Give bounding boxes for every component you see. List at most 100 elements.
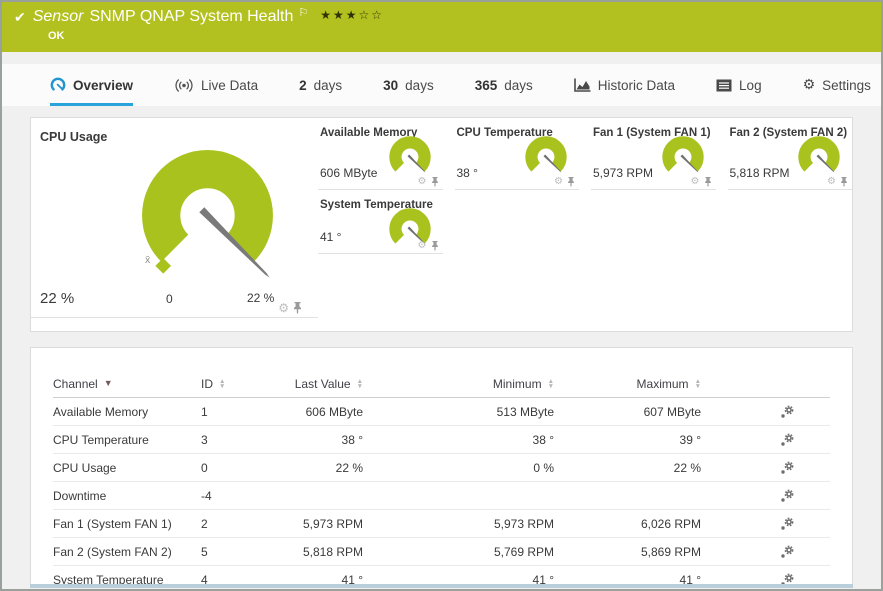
tab-overview[interactable]: Overview	[50, 64, 134, 106]
gauge-value: 22 %	[40, 290, 75, 307]
channel-name: Fan 2 (System FAN 2)	[53, 544, 172, 559]
gauge	[388, 136, 431, 173]
channel-last-value: 5,973 RPM	[302, 516, 363, 531]
tab-2-days[interactable]: 2 days	[299, 64, 342, 106]
table-body: Available Memory 1 606 MByte 513 MByte 6…	[53, 398, 830, 587]
mini-gauge-panel: System Temperature 41 ° ⚙	[318, 190, 443, 254]
sort-desc-icon: ▼	[103, 378, 113, 388]
horizontal-scrollbar[interactable]	[30, 584, 853, 588]
cpu-usage-gauge-panel: CPU Usage x̄ 22 % 0 22 % ⚙	[31, 118, 318, 318]
channel-id: 3	[201, 432, 208, 447]
table-row: CPU Temperature 3 38 ° 38 ° 39 °	[53, 426, 830, 454]
cpu-usage-gauge	[142, 150, 273, 278]
channel-settings-icon[interactable]	[780, 433, 794, 447]
log-icon	[716, 79, 732, 92]
channels-table-panel: Channel ▼ ID ▲ ▼ Last Value ▲ ▼ Minimum ▲ ▼…	[30, 347, 853, 588]
gauges-panel: CPU Usage x̄ 22 % 0 22 % ⚙ Available Mem…	[30, 117, 853, 332]
mini-gauges-grid: Available Memory 606 MByte ⚙ CPU Tempera…	[318, 118, 852, 333]
gauge-title: CPU Usage	[40, 130, 108, 144]
pin-icon[interactable]	[840, 177, 848, 187]
tab-365-days[interactable]: 365 days	[475, 64, 533, 106]
channel-maximum: 6,026 RPM	[640, 516, 701, 531]
gauge-value: 5,818 RPM	[729, 166, 790, 180]
gauge-scale-max: 22 %	[247, 291, 275, 305]
gear-icon[interactable]: ⚙	[418, 177, 427, 187]
live-data-icon	[174, 78, 194, 93]
mini-gauge-panel: Fan 1 (System FAN 1) 5,973 RPM ⚙	[591, 118, 716, 190]
channel-id: 2	[201, 516, 208, 531]
column-header-channel[interactable]: Channel ▼	[53, 377, 201, 391]
tab-historic-data[interactable]: Historic Data	[573, 64, 675, 106]
channel-minimum: 5,769 RPM	[493, 544, 554, 559]
prtg-sensor-page: ✔ Sensor SNMP QNAP System Health ⚐ ★★★☆☆…	[0, 0, 883, 591]
channel-minimum: 513 MByte	[496, 404, 554, 419]
sensor-header: ✔ Sensor SNMP QNAP System Health ⚐ ★★★☆☆…	[2, 2, 881, 52]
sort-icon: ▲ ▼	[219, 377, 226, 390]
table-row: Fan 2 (System FAN 2) 5 5,818 RPM 5,769 R…	[53, 538, 830, 566]
channel-last-value: 22 %	[335, 460, 363, 475]
sort-icon: ▲ ▼	[694, 377, 701, 390]
gauge-scale-min: 0	[166, 292, 173, 306]
pin-icon[interactable]	[431, 177, 439, 187]
average-marker-label: x̄	[145, 254, 151, 266]
gear-icon[interactable]: ⚙	[827, 177, 836, 187]
channel-maximum: 39 °	[679, 432, 701, 447]
historic-data-icon	[573, 78, 591, 92]
channel-settings-icon[interactable]	[780, 489, 794, 503]
gear-icon[interactable]: ⚙	[691, 177, 700, 187]
channel-settings-icon[interactable]	[780, 405, 794, 419]
channel-name: Available Memory	[53, 404, 149, 419]
channel-id: -4	[201, 488, 212, 503]
table-row: CPU Usage 0 22 % 0 % 22 %	[53, 454, 830, 482]
channel-id: 1	[201, 404, 208, 419]
pin-icon[interactable]	[431, 241, 439, 251]
tab-30-days[interactable]: 30 days	[383, 64, 434, 106]
gauge-value: 38 °	[456, 166, 478, 180]
gear-icon[interactable]: ⚙	[278, 302, 289, 314]
channel-maximum: 5,869 RPM	[640, 544, 701, 559]
table-row: Downtime -4	[53, 482, 830, 510]
channel-settings-icon[interactable]	[780, 517, 794, 531]
gauge	[798, 136, 840, 173]
priority-stars[interactable]: ★★★☆☆	[320, 8, 384, 22]
channel-settings-icon[interactable]	[780, 545, 794, 559]
channel-last-value: 5,818 RPM	[302, 544, 363, 559]
mini-gauge-panel: Available Memory 606 MByte ⚙	[318, 118, 443, 190]
channel-maximum: 607 MByte	[643, 404, 701, 419]
status-badge: OK	[48, 30, 65, 42]
tab-log[interactable]: Log	[716, 64, 762, 106]
tab-settings[interactable]: ⚙ Settings	[803, 64, 871, 106]
channel-name: CPU Usage	[53, 460, 117, 475]
channel-minimum: 38 °	[532, 432, 554, 447]
mini-gauge-panel: Fan 2 (System FAN 2) 5,818 RPM ⚙	[727, 118, 852, 190]
column-header-maximum[interactable]: Maximum ▲ ▼	[554, 377, 701, 391]
channel-name: CPU Temperature	[53, 432, 149, 447]
channel-minimum: 0 %	[533, 460, 554, 475]
gear-icon[interactable]: ⚙	[554, 177, 563, 187]
channel-settings-icon[interactable]	[780, 461, 794, 475]
gauge	[525, 136, 567, 173]
gauge-icon	[50, 77, 66, 93]
pin-icon[interactable]	[567, 177, 575, 187]
gauge-value: 606 MByte	[320, 166, 378, 180]
pin-icon[interactable]	[293, 302, 302, 314]
gear-icon[interactable]: ⚙	[418, 241, 427, 251]
gauge	[661, 136, 704, 173]
status-ok-check-icon: ✔	[14, 9, 26, 25]
flag-icon[interactable]: ⚐	[298, 6, 308, 19]
gauge-start-marker	[155, 258, 172, 274]
channel-last-value: 38 °	[341, 432, 363, 447]
pin-icon[interactable]	[704, 177, 712, 187]
gauge-value: 5,973 RPM	[593, 166, 654, 180]
channel-name: Fan 1 (System FAN 1)	[53, 516, 172, 531]
table-header-row: Channel ▼ ID ▲ ▼ Last Value ▲ ▼ Minimum ▲ ▼…	[53, 370, 830, 398]
mini-gauge-panel: CPU Temperature 38 ° ⚙	[454, 118, 579, 190]
channel-maximum: 22 %	[673, 460, 701, 475]
channel-id: 5	[201, 544, 208, 559]
tab-live-data[interactable]: Live Data	[174, 64, 258, 106]
column-header-id[interactable]: ID ▲ ▼	[201, 377, 263, 391]
channel-id: 0	[201, 460, 208, 475]
column-header-last-value[interactable]: Last Value ▲ ▼	[263, 377, 363, 391]
column-header-minimum[interactable]: Minimum ▲ ▼	[363, 377, 554, 391]
channel-last-value: 606 MByte	[305, 404, 363, 419]
